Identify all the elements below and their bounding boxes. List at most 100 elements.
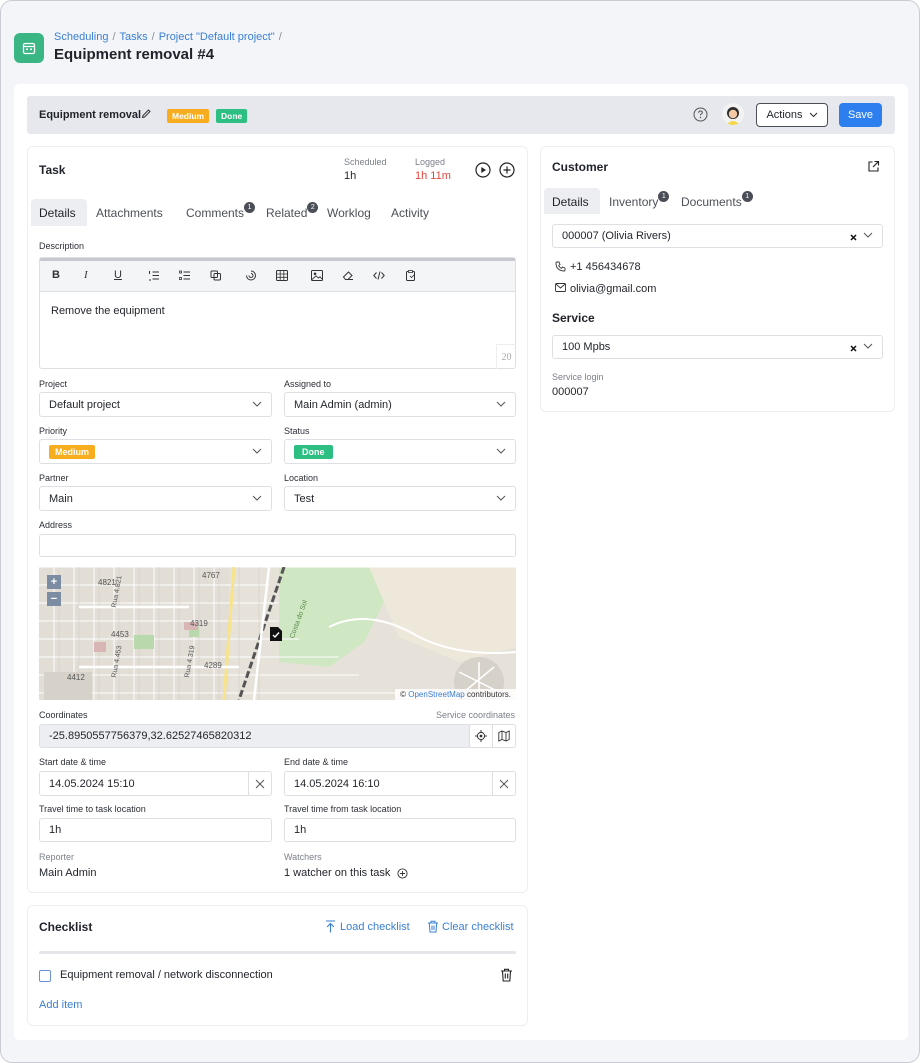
address-input[interactable]: [39, 534, 516, 557]
priority-select[interactable]: Medium: [39, 439, 272, 464]
customer-account-select[interactable]: 000007 (Olivia Rivers): [552, 224, 883, 248]
project-value: Default project: [49, 398, 120, 411]
description-text[interactable]: Remove the equipment: [51, 305, 165, 317]
eraser-icon[interactable]: [342, 270, 354, 284]
map-label: 4453: [111, 630, 129, 639]
start-datetime-input[interactable]: 14.05.2024 15:10: [39, 771, 249, 796]
map-zoom-out-button[interactable]: −: [47, 592, 61, 606]
ordered-list-icon[interactable]: [148, 270, 160, 284]
service-select[interactable]: 100 Mpbs: [552, 335, 883, 359]
end-label: End date & time: [284, 757, 349, 767]
chevron-down-icon: [809, 112, 817, 118]
clear-icon[interactable]: [850, 234, 857, 241]
tab-label: Related: [266, 206, 308, 220]
service-login-value: 000007: [552, 386, 589, 398]
clear-checklist-button[interactable]: Clear checklist: [427, 920, 514, 933]
bold-icon[interactable]: B: [52, 269, 60, 281]
underline-icon[interactable]: U: [114, 269, 122, 281]
travel-to-input[interactable]: 1h: [39, 818, 272, 842]
checklist-item-checkbox[interactable]: [39, 970, 51, 982]
chevron-down-icon: [496, 401, 506, 407]
char-count: 20: [496, 344, 516, 369]
calendar-icon: [14, 33, 44, 63]
load-checklist-button[interactable]: Load checklist: [325, 920, 410, 933]
status-select[interactable]: Done: [284, 439, 516, 464]
attribution-link[interactable]: OpenStreetMap: [408, 690, 464, 699]
breadcrumb: Scheduling / Tasks / Project "Default projec…: [54, 31, 286, 43]
coordinates-input[interactable]: -25.8950557756379,32.62527465820312: [39, 724, 470, 748]
help-icon[interactable]: [692, 106, 708, 122]
breadcrumb-separator: /: [112, 31, 116, 43]
paste-icon[interactable]: [405, 270, 417, 284]
bullet-list-icon[interactable]: [179, 270, 191, 284]
delete-item-icon[interactable]: [500, 968, 513, 985]
travel-from-input[interactable]: 1h: [284, 818, 516, 842]
priority-value: Medium: [49, 444, 96, 459]
travel-from-label: Travel time from task location: [284, 804, 402, 814]
travel-to-label: Travel time to task location: [39, 804, 146, 814]
chevron-down-icon: [863, 232, 873, 238]
clear-checklist-label: Clear checklist: [442, 920, 514, 933]
location-select[interactable]: Test: [284, 486, 516, 511]
inventory-count: 1: [658, 191, 670, 202]
image-icon[interactable]: [311, 270, 323, 284]
italic-icon[interactable]: I: [84, 269, 88, 281]
tab-worklog[interactable]: Worklog: [327, 206, 371, 220]
breadcrumb-tasks[interactable]: Tasks: [120, 31, 148, 43]
map-icon[interactable]: [492, 724, 516, 748]
tab-comments[interactable]: Comments 1: [186, 202, 256, 220]
location-map[interactable]: 4821 4767 4319 4453 4289 4412 Rua 4.821 …: [39, 567, 516, 700]
reporter-label: Reporter: [39, 852, 75, 862]
checklist-item-label[interactable]: Equipment removal / network disconnectio…: [60, 969, 273, 981]
watchers-value[interactable]: 1 watcher on this task: [284, 867, 390, 879]
start-value: 14.05.2024 15:10: [49, 777, 135, 790]
external-link-icon[interactable]: [867, 160, 880, 176]
travel-from-value: 1h: [294, 824, 307, 836]
breadcrumb-scheduling[interactable]: Scheduling: [54, 31, 108, 43]
map-label: 4767: [202, 571, 220, 580]
save-button[interactable]: Save: [839, 103, 882, 127]
scheduled-label: Scheduled: [344, 157, 387, 167]
phone-icon: [555, 261, 566, 275]
breadcrumb-project[interactable]: Project "Default project": [159, 31, 275, 43]
status-badge: Done: [216, 109, 248, 123]
partner-select[interactable]: Main: [39, 486, 272, 511]
customer-phone[interactable]: +1 456434678: [570, 261, 641, 273]
customer-tab-documents[interactable]: Documents 1: [681, 191, 753, 209]
code-icon[interactable]: [373, 270, 385, 284]
map-attribution: © OpenStreetMap contributors.: [395, 689, 516, 700]
tab-activity[interactable]: Activity: [391, 206, 429, 220]
customer-tab-details[interactable]: Details: [544, 188, 600, 214]
tab-details[interactable]: Details: [31, 199, 87, 226]
add-watcher-icon[interactable]: [397, 868, 408, 882]
documents-count: 1: [741, 191, 753, 202]
status-badge-label: Done: [216, 109, 248, 123]
play-icon[interactable]: [475, 162, 491, 181]
add-item-link[interactable]: Add item: [39, 999, 82, 1011]
end-datetime-input[interactable]: 14.05.2024 16:10: [284, 771, 493, 796]
start-label: Start date & time: [39, 757, 107, 767]
clear-icon[interactable]: [850, 345, 857, 352]
clear-end-icon[interactable]: [492, 771, 516, 796]
map-zoom-in-button[interactable]: +: [47, 575, 61, 589]
customer-tab-inventory[interactable]: Inventory 1: [609, 191, 670, 209]
actions-button[interactable]: Actions: [756, 103, 828, 127]
project-select[interactable]: Default project: [39, 392, 272, 417]
tab-related[interactable]: Related 2: [266, 202, 319, 220]
assigned-select[interactable]: Main Admin (admin): [284, 392, 516, 417]
customer-email[interactable]: olivia@gmail.com: [570, 283, 656, 295]
link-icon[interactable]: [245, 270, 257, 284]
locate-icon[interactable]: [469, 724, 493, 748]
coordinates-label: Coordinates: [39, 710, 88, 720]
edit-pencil-icon[interactable]: [141, 108, 152, 122]
add-circle-icon[interactable]: [499, 162, 515, 181]
copy-icon[interactable]: [210, 270, 222, 284]
chevron-down-icon: [496, 448, 506, 454]
tab-attachments[interactable]: Attachments: [96, 206, 163, 220]
avatar[interactable]: [722, 103, 744, 125]
priority-label: Priority: [39, 426, 68, 436]
partner-value: Main: [49, 492, 73, 505]
clear-start-icon[interactable]: [248, 771, 272, 796]
priority-badge-label: Medium: [167, 109, 210, 123]
table-icon[interactable]: [276, 270, 288, 284]
